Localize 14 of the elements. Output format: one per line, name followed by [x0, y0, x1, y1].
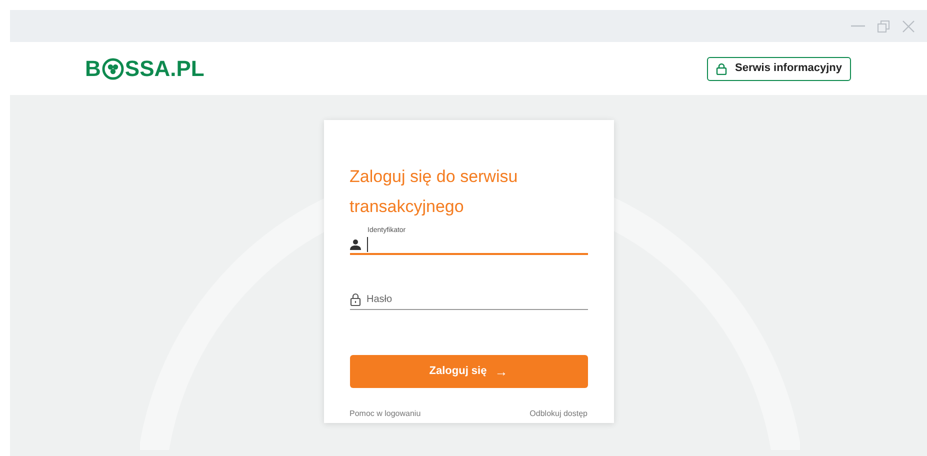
help-link[interactable]: Odblokuj dostęp	[530, 408, 588, 420]
logo-text: SSA.PL	[124, 55, 204, 83]
close-icon[interactable]	[902, 20, 915, 32]
logo-text: B	[85, 55, 101, 83]
help-link[interactable]: Pomoc w logowaniu	[350, 408, 421, 420]
login-title: Zaloguj się do serwisu transakcyjnego	[350, 166, 519, 218]
info-service-button[interactable]: Serwis informacyjny	[707, 56, 851, 80]
restore-icon[interactable]	[877, 20, 890, 32]
lock-icon	[350, 293, 360, 306]
clover-icon	[102, 58, 124, 80]
lock-icon	[716, 62, 727, 74]
password-field[interactable]: Hasło	[366, 292, 588, 307]
login-button[interactable]: Zaloguj się →	[350, 355, 588, 388]
user-icon	[350, 238, 360, 250]
